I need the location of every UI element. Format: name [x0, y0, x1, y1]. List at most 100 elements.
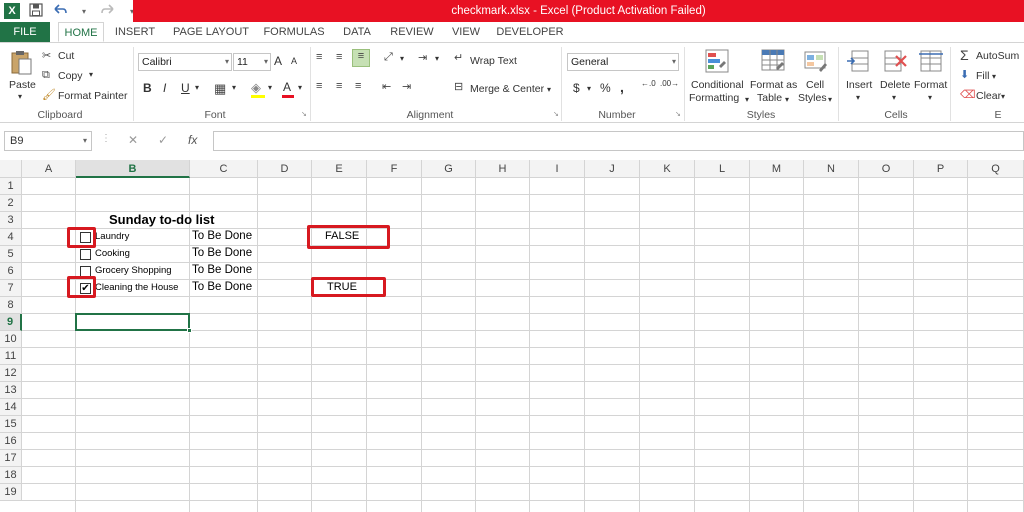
insert-cells-dropdown-icon[interactable]: ▾	[856, 93, 860, 102]
conditional-formatting-label-1[interactable]: Conditional	[691, 79, 744, 91]
copy-button[interactable]: Copy	[58, 70, 83, 82]
active-cell-b9[interactable]	[75, 313, 190, 331]
orientation-icon[interactable]: ⤢	[384, 51, 393, 64]
column-header-h[interactable]: H	[476, 160, 530, 178]
font-name-select[interactable]: Calibri ▾	[138, 53, 232, 71]
fill-icon[interactable]: ⬇	[960, 68, 969, 81]
text-direction-icon[interactable]: ⇥	[418, 51, 427, 64]
conditional-formatting-label-2[interactable]: Formatting	[689, 92, 739, 104]
tab-insert[interactable]: INSERT	[112, 22, 158, 42]
tab-file[interactable]: FILE	[0, 22, 50, 42]
row-header-6[interactable]: 6	[0, 263, 22, 280]
fill-button[interactable]: Fill	[976, 70, 989, 82]
column-header-b[interactable]: B	[76, 160, 190, 178]
tab-developer[interactable]: DEVELOPER	[496, 22, 564, 42]
save-icon[interactable]	[28, 2, 44, 20]
wrap-text-button[interactable]: Wrap Text	[470, 55, 517, 67]
column-header-e[interactable]: E	[312, 160, 367, 178]
clear-icon[interactable]: ⌫	[960, 88, 976, 101]
cell-styles-label-1[interactable]: Cell	[806, 79, 824, 91]
undo-icon[interactable]	[52, 3, 68, 20]
increase-decimal-button[interactable]: ←.0	[641, 79, 657, 88]
merge-center-button[interactable]: Merge & Center	[470, 83, 544, 95]
row-header-5[interactable]: 5	[0, 246, 22, 263]
paste-button[interactable]: Paste	[9, 79, 36, 91]
row-header-13[interactable]: 13	[0, 382, 22, 399]
paste-icon[interactable]	[9, 49, 35, 77]
tab-view[interactable]: VIEW	[448, 22, 484, 42]
name-box[interactable]: B9 ▾	[4, 131, 92, 151]
column-header-c[interactable]: C	[190, 160, 258, 178]
underline-button[interactable]: U	[181, 81, 190, 95]
font-color-dropdown-icon[interactable]: ▾	[298, 83, 302, 92]
text-direction-dropdown-icon[interactable]: ▾	[435, 54, 439, 63]
row-header-3[interactable]: 3	[0, 212, 22, 229]
increase-indent-icon[interactable]: ⇥	[402, 80, 411, 93]
column-header-o[interactable]: O	[859, 160, 914, 178]
column-header-d[interactable]: D	[258, 160, 312, 178]
column-header-a[interactable]: A	[22, 160, 76, 178]
row-header-10[interactable]: 10	[0, 331, 22, 348]
column-header-n[interactable]: N	[804, 160, 859, 178]
conditional-formatting-icon[interactable]	[704, 48, 730, 76]
fill-dropdown-icon[interactable]: ▾	[992, 72, 996, 81]
conditional-formatting-dropdown-icon[interactable]: ▾	[745, 95, 749, 104]
insert-function-button[interactable]: fx	[188, 133, 197, 147]
fill-handle[interactable]	[187, 328, 192, 333]
font-size-select[interactable]: 11 ▾	[233, 53, 271, 71]
format-painter-icon[interactable]: 🖌	[42, 88, 56, 101]
insert-cells-button[interactable]: Insert	[846, 79, 872, 91]
format-cells-dropdown-icon[interactable]: ▾	[928, 93, 932, 102]
row-header-4[interactable]: 4	[0, 229, 22, 246]
fill-color-icon[interactable]: ◈	[251, 80, 261, 96]
number-dialog-launcher-icon[interactable]: ↘	[675, 110, 681, 118]
italic-button[interactable]: I	[163, 81, 166, 95]
row-header-15[interactable]: 15	[0, 416, 22, 433]
number-format-select[interactable]: General ▾	[567, 53, 679, 71]
shrink-font-button[interactable]: A	[291, 56, 297, 66]
row-header-17[interactable]: 17	[0, 450, 22, 467]
align-bottom-icon[interactable]: ≡	[352, 49, 370, 67]
cut-button[interactable]: Cut	[58, 50, 74, 62]
wrap-text-icon[interactable]: ↵	[454, 51, 463, 64]
column-header-g[interactable]: G	[422, 160, 476, 178]
copy-dropdown-icon[interactable]: ▾	[89, 70, 93, 79]
column-header-m[interactable]: M	[750, 160, 804, 178]
currency-dropdown-icon[interactable]: ▾	[587, 84, 591, 93]
redo-icon[interactable]	[100, 3, 116, 20]
merge-center-icon[interactable]: ⊟	[454, 80, 463, 93]
merge-center-dropdown-icon[interactable]: ▾	[547, 85, 551, 94]
row-header-11[interactable]: 11	[0, 348, 22, 365]
align-center-icon[interactable]: ≡	[336, 80, 342, 92]
align-left-icon[interactable]: ≡	[316, 80, 322, 92]
cut-icon[interactable]: ✂	[42, 49, 51, 62]
column-header-p[interactable]: P	[914, 160, 968, 178]
decrease-indent-icon[interactable]: ⇤	[382, 80, 391, 93]
column-header-q[interactable]: Q	[968, 160, 1024, 178]
row-header-8[interactable]: 8	[0, 297, 22, 314]
borders-icon[interactable]: ▦	[214, 81, 226, 97]
borders-dropdown-icon[interactable]: ▾	[232, 83, 236, 92]
grow-font-button[interactable]: A	[274, 54, 282, 68]
task-checkbox[interactable]	[80, 249, 91, 260]
cell-styles-label-2[interactable]: Styles	[798, 92, 827, 104]
align-right-icon[interactable]: ≡	[355, 80, 361, 92]
column-header-k[interactable]: K	[640, 160, 695, 178]
cancel-entry-button[interactable]: ✕	[128, 133, 138, 147]
tab-review[interactable]: REVIEW	[388, 22, 436, 42]
formula-input[interactable]	[213, 131, 1024, 151]
fill-color-dropdown-icon[interactable]: ▾	[268, 83, 272, 92]
enter-entry-button[interactable]: ✓	[158, 133, 168, 147]
insert-cells-icon[interactable]	[846, 48, 872, 76]
font-color-button[interactable]: A	[283, 80, 291, 94]
select-all-corner[interactable]	[0, 160, 22, 178]
delete-cells-icon[interactable]	[882, 48, 908, 76]
paste-dropdown-icon[interactable]: ▾	[18, 92, 22, 101]
format-cells-icon[interactable]	[918, 48, 944, 76]
format-painter-button[interactable]: Format Painter	[58, 90, 127, 102]
row-header-18[interactable]: 18	[0, 467, 22, 484]
excel-app-icon[interactable]: X	[4, 3, 20, 19]
clear-button[interactable]: Clear	[976, 90, 1001, 102]
alignment-dialog-launcher-icon[interactable]: ↘	[553, 110, 559, 118]
percent-button[interactable]: %	[600, 81, 611, 95]
